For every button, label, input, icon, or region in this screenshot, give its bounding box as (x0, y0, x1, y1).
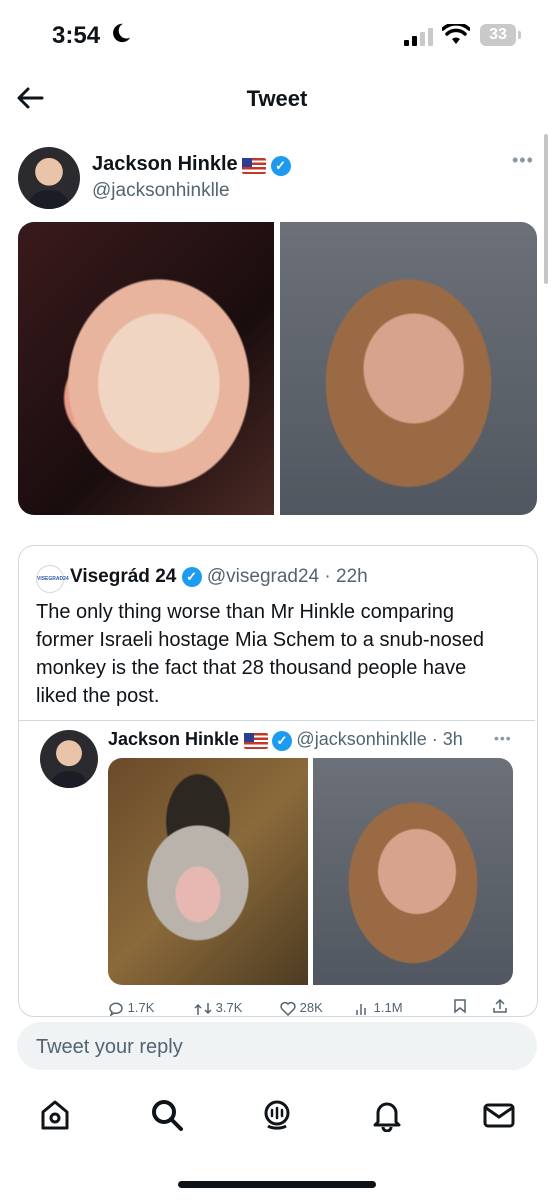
status-time: 3:54 (52, 22, 101, 49)
quote-author-handle: @visegrad24 (206, 566, 320, 587)
reply-icon (109, 1002, 123, 1016)
home-indicator[interactable] (178, 1181, 376, 1188)
quote-time: 22h (336, 566, 368, 587)
nested-author-handle: @jacksonhinklle (296, 729, 427, 749)
nested-author[interactable]: Jackson Hinkle ✓ @jacksonhinklle · 3h (108, 729, 463, 751)
reply-count-value: 1.7K (127, 1000, 155, 1015)
reply-placeholder: Tweet your reply (36, 1036, 183, 1058)
avatar[interactable] (18, 147, 80, 209)
wifi-icon (442, 24, 470, 44)
woman-photo-nested[interactable] (313, 758, 513, 985)
battery-nub (518, 31, 521, 39)
us-flag-icon (243, 732, 268, 749)
heart-icon (280, 1001, 296, 1016)
nested-more-options-icon[interactable]: ••• (494, 730, 512, 746)
woman-photo[interactable] (280, 222, 537, 515)
verified-badge-icon: ✓ (181, 566, 202, 587)
home-icon[interactable] (38, 1098, 72, 1132)
tweet-author[interactable]: Jackson Hinkle ✓ (92, 153, 291, 176)
quote-author-name: Visegrád 24 (70, 566, 177, 587)
scrollbar[interactable] (544, 134, 548, 284)
battery-icon: 33 (480, 24, 516, 46)
verified-badge-icon: ✓ (271, 730, 292, 751)
nested-author-name: Jackson Hinkle (108, 729, 240, 749)
more-options-icon[interactable]: ••• (512, 150, 534, 171)
messages-icon[interactable] (482, 1098, 516, 1132)
author-name: Jackson Hinkle (92, 153, 238, 175)
separator-dot: · (426, 729, 443, 749)
nested-time: 3h (442, 729, 463, 749)
like-count[interactable]: 28K (280, 1000, 323, 1016)
fish-photo[interactable] (18, 222, 274, 515)
cellular-signal-icon (404, 28, 433, 46)
quote-author[interactable]: Visegrád 24 ✓ @visegrad24 · 22h (70, 566, 368, 588)
search-icon[interactable] (150, 1098, 184, 1132)
retweet-icon (194, 1002, 212, 1015)
nested-avatar[interactable] (40, 730, 98, 788)
notifications-icon[interactable] (370, 1098, 404, 1132)
do-not-disturb-icon (113, 23, 131, 43)
view-count[interactable]: 1.1M (354, 1000, 403, 1016)
quote-text: The only thing worse than Mr Hinkle comp… (36, 601, 484, 707)
page-title: Tweet (246, 86, 308, 111)
monkey-photo[interactable] (108, 758, 308, 985)
spaces-icon[interactable] (260, 1098, 294, 1132)
visegrad-logo: VISEGRAD24 (36, 565, 69, 593)
retweet-count-value: 3.7K (215, 1000, 243, 1015)
like-count-value: 28K (299, 1000, 323, 1015)
separator-dot: · (319, 566, 337, 587)
quote-divider (19, 720, 535, 721)
bookmark-icon[interactable] (452, 998, 468, 1014)
author-handle[interactable]: @jacksonhinklle (92, 180, 230, 202)
share-icon[interactable] (492, 998, 508, 1014)
views-icon (356, 1003, 366, 1015)
retweet-count[interactable]: 3.7K (194, 1000, 242, 1016)
us-flag-icon (242, 157, 267, 174)
tweet-stats-row: 1.7K 3.7K 28K 1.1M (108, 998, 528, 1016)
reply-count[interactable]: 1.7K (108, 1000, 154, 1016)
view-count-value: 1.1M (373, 1000, 403, 1015)
verified-badge-icon: ✓ (270, 155, 291, 176)
